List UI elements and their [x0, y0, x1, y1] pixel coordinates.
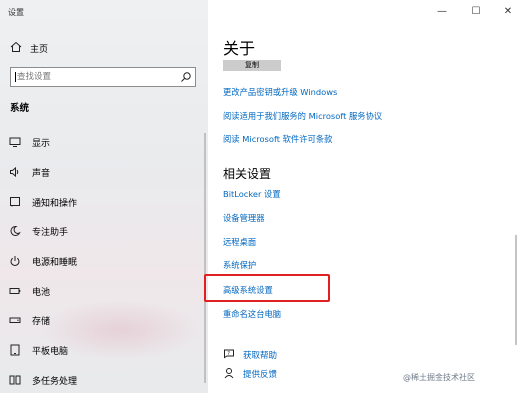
sidebar-item-label: 声音 [32, 168, 51, 179]
get-help-label: 获取帮助 [243, 351, 278, 361]
search-placeholder: 查找设置 [15, 72, 52, 82]
license-terms-link[interactable]: 阅读 Microsoft 软件许可条款 [223, 133, 332, 145]
sidebar-item-focus-assist[interactable]: 专注助手 [8, 223, 68, 239]
sidebar-item-label: 显示 [32, 138, 51, 149]
notification-icon [8, 196, 21, 209]
feedback-icon [223, 367, 235, 382]
related-settings-heading: 相关设置 [223, 167, 272, 181]
page-title: 关于 [223, 39, 256, 58]
close-button[interactable]: ✕ [502, 5, 514, 17]
system-protection-link[interactable]: 系统保护 [223, 259, 256, 271]
highlight-box [204, 274, 330, 302]
upgrade-windows-link[interactable]: 更改产品密钥或升级 Windows [223, 86, 337, 98]
sidebar-home-label: 主页 [30, 44, 49, 55]
remote-desktop-link[interactable]: 远程桌面 [223, 236, 256, 248]
sidebar-item-label: 平板电脑 [32, 346, 69, 357]
sidebar-item-label: 电源和睡眠 [32, 257, 78, 268]
watermark: @稀土掘金技术社区 [403, 373, 475, 382]
sidebar-item-label: 通知和操作 [32, 198, 78, 209]
home-icon [10, 41, 22, 56]
search-input[interactable]: 查找设置 [10, 67, 196, 87]
sidebar-item-battery[interactable]: 电池 [8, 283, 50, 299]
tablet-icon [8, 344, 21, 357]
feedback-link[interactable]: 提供反馈 [223, 367, 277, 381]
help-icon: ? [223, 348, 235, 363]
moon-icon [8, 225, 21, 238]
search-icon[interactable] [180, 71, 192, 83]
window-title: 设置 [8, 8, 24, 17]
settings-sidebar: 设置 主页 查找设置 系统 显示 声音 通知和操作 专注助手 电源和睡眠 电池 … [0, 0, 208, 393]
sidebar-item-tablet[interactable]: 平板电脑 [8, 342, 68, 358]
sidebar-item-label: 多任务处理 [32, 376, 78, 387]
about-page: — ☐ ✕ 关于 复制 更改产品密钥或升级 Windows 阅读适用于我们服务的… [208, 0, 519, 393]
speaker-icon [8, 166, 21, 179]
sidebar-item-multitasking[interactable]: 多任务处理 [8, 372, 77, 388]
sidebar-item-power-sleep[interactable]: 电源和睡眠 [8, 253, 77, 269]
sidebar-item-notifications[interactable]: 通知和操作 [8, 194, 77, 210]
sidebar-item-sound[interactable]: 声音 [8, 164, 50, 180]
get-help-link[interactable]: ? 获取帮助 [223, 348, 277, 362]
bitlocker-settings-link[interactable]: BitLocker 设置 [223, 188, 281, 200]
sidebar-item-storage[interactable]: 存储 [8, 312, 50, 328]
storage-icon [8, 314, 21, 327]
svg-text:?: ? [227, 351, 230, 357]
sidebar-item-display[interactable]: 显示 [8, 134, 50, 150]
multitask-icon [8, 374, 21, 387]
sidebar-section-title: 系统 [10, 103, 30, 114]
monitor-icon [8, 136, 21, 149]
device-manager-link[interactable]: 设备管理器 [223, 212, 265, 224]
minimize-button[interactable]: — [436, 5, 448, 17]
sidebar-item-label: 专注助手 [32, 227, 69, 238]
battery-icon [8, 285, 21, 298]
sidebar-item-label: 电池 [32, 287, 51, 298]
content-scrollbar[interactable] [515, 235, 517, 345]
rename-pc-link[interactable]: 重命名这台电脑 [223, 308, 281, 320]
maximize-button[interactable]: ☐ [470, 5, 482, 17]
service-agreement-link[interactable]: 阅读适用于我们服务的 Microsoft 服务协议 [223, 110, 382, 122]
sidebar-scrollbar[interactable] [204, 133, 206, 383]
power-icon [8, 255, 21, 268]
copy-button[interactable]: 复制 [223, 60, 281, 71]
sidebar-home[interactable]: 主页 [10, 41, 48, 55]
sidebar-item-label: 存储 [32, 316, 51, 327]
feedback-label: 提供反馈 [243, 370, 278, 380]
